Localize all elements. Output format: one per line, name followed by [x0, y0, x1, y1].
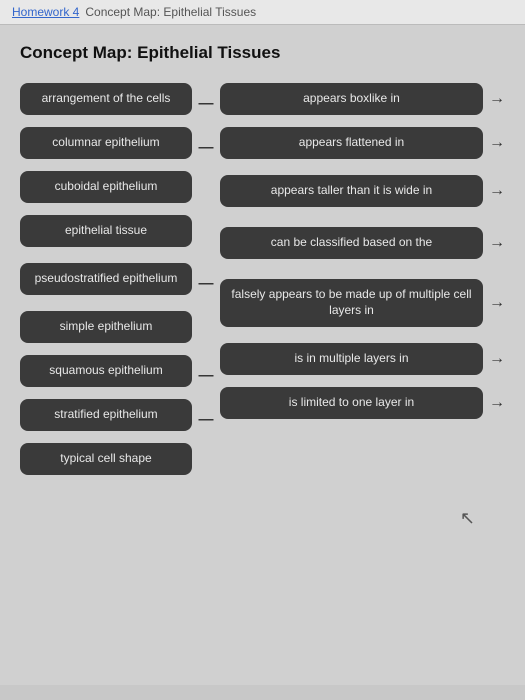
list-item: squamous epithelium	[20, 353, 192, 389]
rpill-3: appears taller than it is wide in	[220, 175, 483, 207]
right-item-5: falsely appears to be made up of multipl…	[220, 273, 505, 333]
cursor-icon: ↖	[460, 508, 475, 529]
rpill-5: falsely appears to be made up of multipl…	[220, 279, 483, 326]
list-item: typical cell shape	[20, 441, 192, 477]
connector-8: —	[192, 401, 220, 437]
arrow-3: →	[489, 182, 505, 200]
connector-7: —	[192, 357, 220, 393]
connector-2: —	[192, 129, 220, 165]
right-pills-column: appears boxlike in → appears flattened i…	[220, 81, 505, 489]
right-item-1: appears boxlike in →	[220, 81, 505, 117]
rpill-2: appears flattened in	[220, 127, 483, 159]
cursor-area: ↖	[20, 489, 505, 529]
arrow-2: →	[489, 134, 505, 152]
rpill-1: appears boxlike in	[220, 83, 483, 115]
pill-squamous: squamous epithelium	[20, 355, 192, 387]
left-pills-column: arrangement of the cells columnar epithe…	[20, 81, 192, 489]
list-item: arrangement of the cells	[20, 81, 192, 117]
main-content: Concept Map: Epithelial Tissues arrangem…	[0, 25, 525, 685]
arrow-6: →	[489, 350, 505, 368]
connector-column: — — — — —	[192, 81, 220, 489]
breadcrumb: Homework 4 Concept Map: Epithelial Tissu…	[0, 0, 525, 25]
list-item: pseudostratified epithelium	[20, 257, 192, 301]
pill-simple: simple epithelium	[20, 311, 192, 343]
rpill-6: is in multiple layers in	[220, 343, 483, 375]
list-item: cuboidal epithelium	[20, 169, 192, 205]
list-item: simple epithelium	[20, 309, 192, 345]
rpill-4: can be classified based on the	[220, 227, 483, 259]
arrow-4: →	[489, 234, 505, 252]
connector-1: —	[192, 85, 220, 121]
connector-5: —	[192, 261, 220, 305]
pill-epithelial: epithelial tissue	[20, 215, 192, 247]
right-item-6: is in multiple layers in →	[220, 341, 505, 377]
list-item: epithelial tissue	[20, 213, 192, 249]
rpill-7: is limited to one layer in	[220, 387, 483, 419]
connector-3	[192, 173, 220, 209]
connector-9	[192, 445, 220, 481]
breadcrumb-separator: Concept Map: Epithelial Tissues	[85, 5, 256, 19]
breadcrumb-link[interactable]: Homework 4	[12, 5, 79, 19]
page-title: Concept Map: Epithelial Tissues	[20, 43, 505, 63]
right-item-4: can be classified based on the →	[220, 221, 505, 265]
pill-columnar: columnar epithelium	[20, 127, 192, 159]
pill-pseudostratified: pseudostratified epithelium	[20, 263, 192, 295]
pill-cuboidal: cuboidal epithelium	[20, 171, 192, 203]
pill-typical: typical cell shape	[20, 443, 192, 475]
concept-map: arrangement of the cells columnar epithe…	[20, 81, 505, 489]
arrow-7: →	[489, 394, 505, 412]
connector-6	[192, 313, 220, 349]
right-item-7: is limited to one layer in →	[220, 385, 505, 421]
list-item: columnar epithelium	[20, 125, 192, 161]
pill-stratified: stratified epithelium	[20, 399, 192, 431]
pill-arrangement: arrangement of the cells	[20, 83, 192, 115]
right-item-3: appears taller than it is wide in →	[220, 169, 505, 213]
list-item: stratified epithelium	[20, 397, 192, 433]
arrow-5: →	[489, 294, 505, 312]
right-item-2: appears flattened in →	[220, 125, 505, 161]
connector-4	[192, 217, 220, 253]
arrow-1: →	[489, 90, 505, 108]
